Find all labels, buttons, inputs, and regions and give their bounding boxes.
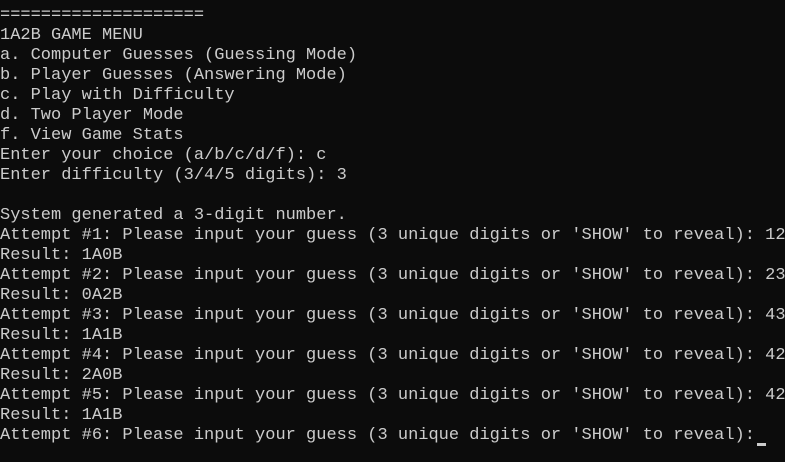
result-line: Result: 2A0B [0,366,123,385]
menu-option-f: f. View Game Stats [0,126,184,145]
system-message: System generated a 3-digit number. [0,206,347,225]
choice-prompt: Enter your choice (a/b/c/d/f): c [0,146,327,165]
console-window[interactable]: ==================== 1A2B GAME MENU a. C… [0,0,785,462]
attempt-line: Attempt #1: Please input your guess (3 u… [0,226,785,245]
result-line: Result: 1A0B [0,246,123,265]
result-line: Result: 0A2B [0,286,123,305]
menu-option-c: c. Play with Difficulty [0,86,235,105]
attempt-line: Attempt #4: Please input your guess (3 u… [0,346,785,365]
menu-option-b: b. Player Guesses (Answering Mode) [0,66,347,85]
menu-separator: ==================== [0,6,205,25]
menu-title: 1A2B GAME MENU [0,26,143,45]
attempt-line: Attempt #2: Please input your guess (3 u… [0,266,785,285]
menu-option-a: a. Computer Guesses (Guessing Mode) [0,46,358,65]
console-output: ==================== 1A2B GAME MENU a. C… [0,6,785,446]
text-cursor [756,443,766,446]
difficulty-prompt: Enter difficulty (3/4/5 digits): 3 [0,166,347,185]
result-line: Result: 1A1B [0,406,123,425]
result-line: Result: 1A1B [0,326,123,345]
menu-option-d: d. Two Player Mode [0,106,184,125]
input-line[interactable]: Attempt #6: Please input your guess (3 u… [0,426,785,446]
attempt-line: Attempt #5: Please input your guess (3 u… [0,386,785,405]
current-prompt: Attempt #6: Please input your guess (3 u… [0,426,755,445]
attempt-line: Attempt #3: Please input your guess (3 u… [0,306,785,325]
